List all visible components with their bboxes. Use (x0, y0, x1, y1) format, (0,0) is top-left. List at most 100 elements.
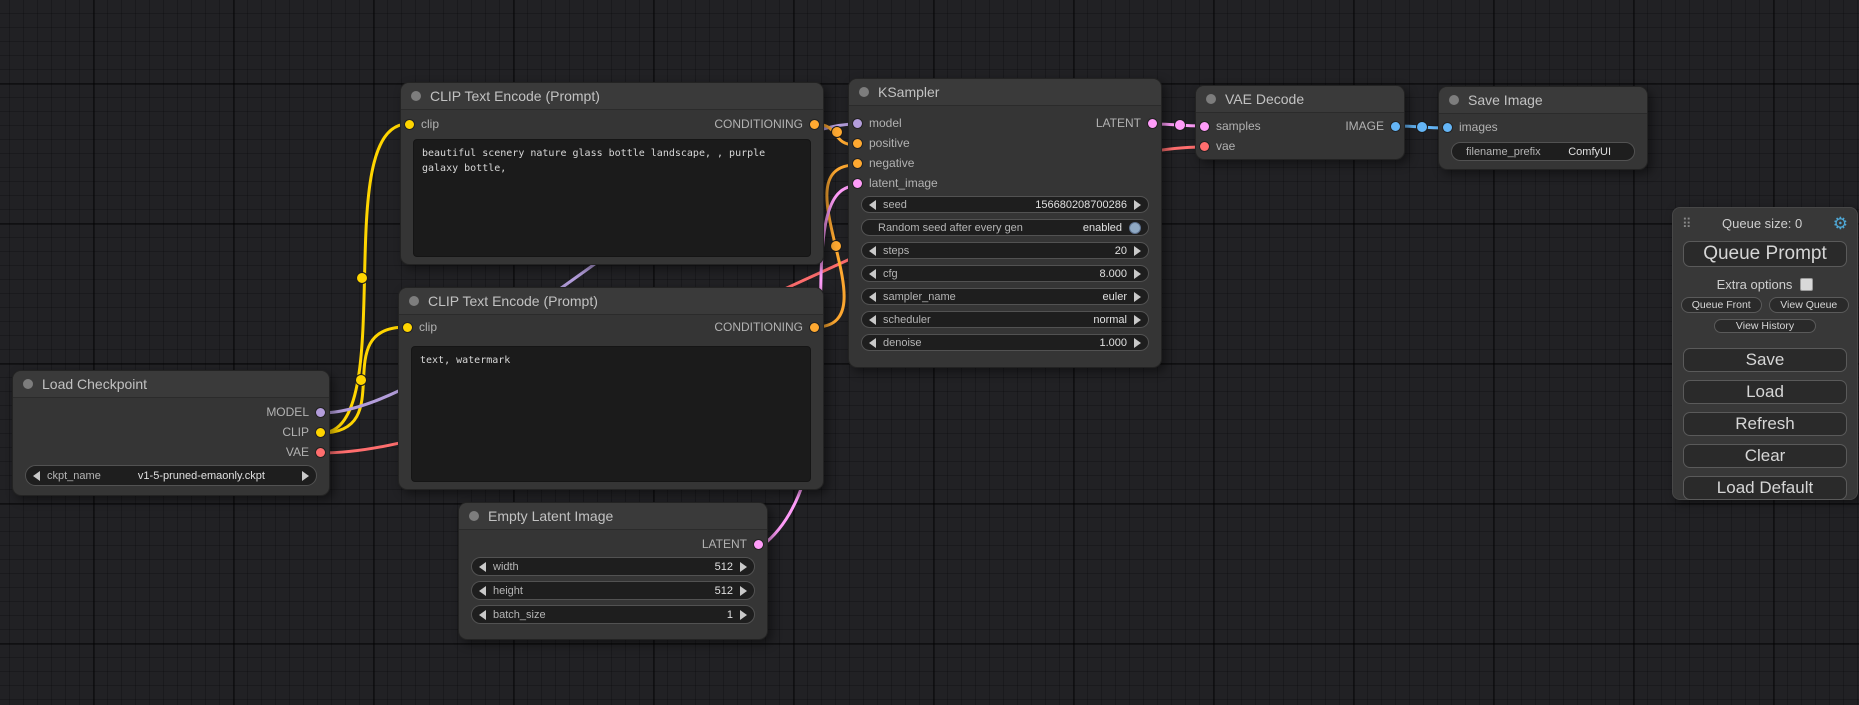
collapse-dot-icon[interactable] (859, 87, 869, 97)
decrement-icon[interactable] (869, 315, 876, 325)
node-header[interactable]: KSampler (849, 79, 1161, 106)
output-label: LATENT (702, 537, 747, 551)
samples-input-slot[interactable] (1200, 122, 1209, 131)
load-button[interactable]: Load (1683, 380, 1847, 404)
node-ksampler[interactable]: KSampler model LATENT positive (848, 78, 1162, 368)
increment-icon[interactable] (1134, 246, 1141, 256)
link-dot (1417, 122, 1428, 133)
node-header[interactable]: Empty Latent Image (459, 503, 767, 530)
save-button[interactable]: Save (1683, 348, 1847, 372)
widget-value: 8.000 (1099, 268, 1127, 280)
negative-input-slot[interactable] (853, 159, 862, 168)
increment-icon[interactable] (1134, 292, 1141, 302)
extra-options-checkbox[interactable] (1800, 278, 1813, 291)
widget-label: width (493, 561, 519, 573)
decrement-icon[interactable] (869, 292, 876, 302)
increment-icon[interactable] (740, 610, 747, 620)
output-label: IMAGE (1345, 119, 1384, 133)
decrement-icon[interactable] (479, 610, 486, 620)
decrement-icon[interactable] (869, 269, 876, 279)
view-queue-button[interactable]: View Queue (1769, 297, 1850, 313)
collapse-dot-icon[interactable] (469, 511, 479, 521)
scheduler-widget[interactable]: scheduler normal (861, 311, 1149, 328)
prompt-text-input[interactable]: beautiful scenery nature glass bottle la… (413, 139, 811, 257)
node-save-image[interactable]: Save Image images filename_prefix ComfyU… (1438, 86, 1648, 170)
node-header[interactable]: CLIP Text Encode (Prompt) (399, 288, 823, 315)
seed-widget[interactable]: seed 156680208700286 (861, 196, 1149, 213)
queue-prompt-button[interactable]: Queue Prompt (1683, 241, 1847, 267)
latent-image-input-slot[interactable] (853, 179, 862, 188)
clear-button[interactable]: Clear (1683, 444, 1847, 468)
increment-icon[interactable] (1134, 338, 1141, 348)
increment-icon[interactable] (740, 562, 747, 572)
conditioning-output-slot[interactable] (810, 120, 819, 129)
increment-icon[interactable] (1134, 315, 1141, 325)
height-widget[interactable]: height 512 (471, 581, 755, 600)
queue-front-button[interactable]: Queue Front (1681, 297, 1762, 313)
link-dot (1175, 120, 1186, 131)
vae-output-slot[interactable] (316, 448, 325, 457)
node-header[interactable]: CLIP Text Encode (Prompt) (401, 83, 823, 110)
model-input-slot[interactable] (853, 119, 862, 128)
images-input-slot[interactable] (1443, 123, 1452, 132)
increment-icon[interactable] (302, 471, 309, 481)
positive-input-slot[interactable] (853, 139, 862, 148)
decrement-icon[interactable] (33, 471, 40, 481)
view-history-button[interactable]: View History (1714, 319, 1816, 333)
prompt-text-input[interactable]: text, watermark (411, 346, 811, 482)
collapse-dot-icon[interactable] (1449, 95, 1459, 105)
queue-panel: ⠿ Queue size: 0 ⚙ Queue Prompt Extra opt… (1672, 207, 1858, 500)
collapse-dot-icon[interactable] (411, 91, 421, 101)
ckpt-name-widget[interactable]: ckpt_name v1-5-pruned-emaonly.ckpt (25, 465, 317, 486)
refresh-button[interactable]: Refresh (1683, 412, 1847, 436)
slot-row: latent_image (849, 173, 1161, 193)
slot-row: MODEL (13, 402, 329, 422)
increment-icon[interactable] (740, 586, 747, 596)
node-title: VAE Decode (1225, 91, 1304, 107)
toggle-icon[interactable] (1129, 222, 1141, 234)
clip-input-slot[interactable] (405, 120, 414, 129)
conditioning-output-slot[interactable] (810, 323, 819, 332)
latent-output-slot[interactable] (754, 540, 763, 549)
node-clip-text-encode-positive[interactable]: CLIP Text Encode (Prompt) clip CONDITION… (400, 82, 824, 265)
collapse-dot-icon[interactable] (409, 296, 419, 306)
increment-icon[interactable] (1134, 200, 1141, 210)
increment-icon[interactable] (1134, 269, 1141, 279)
node-header[interactable]: Load Checkpoint (13, 371, 329, 398)
decrement-icon[interactable] (869, 246, 876, 256)
batch-size-widget[interactable]: batch_size 1 (471, 605, 755, 624)
image-output-slot[interactable] (1391, 122, 1400, 131)
drag-handle-icon[interactable]: ⠿ (1682, 217, 1692, 230)
sampler-name-widget[interactable]: sampler_name euler (861, 288, 1149, 305)
random-seed-widget[interactable]: Random seed after every gen enabled (861, 219, 1149, 236)
model-output-slot[interactable] (316, 408, 325, 417)
node-clip-text-encode-negative[interactable]: CLIP Text Encode (Prompt) clip CONDITION… (398, 287, 824, 490)
decrement-icon[interactable] (479, 562, 486, 572)
widget-value: 512 (715, 561, 733, 573)
queue-size-label: Queue size: 0 (1692, 216, 1833, 231)
width-widget[interactable]: width 512 (471, 557, 755, 576)
filename-prefix-widget[interactable]: filename_prefix ComfyUI (1451, 142, 1635, 161)
decrement-icon[interactable] (479, 586, 486, 596)
node-load-checkpoint[interactable]: Load Checkpoint MODEL CLIP VAE (12, 370, 330, 496)
load-default-button[interactable]: Load Default (1683, 476, 1847, 500)
slot-row: images (1439, 117, 1647, 137)
denoise-widget[interactable]: denoise 1.000 (861, 334, 1149, 351)
collapse-dot-icon[interactable] (23, 379, 33, 389)
node-header[interactable]: VAE Decode (1196, 86, 1404, 113)
decrement-icon[interactable] (869, 200, 876, 210)
clip-output-slot[interactable] (316, 428, 325, 437)
slot-row: VAE (13, 442, 329, 462)
vae-input-slot[interactable] (1200, 142, 1209, 151)
node-vae-decode[interactable]: VAE Decode samples IMAGE vae (1195, 85, 1405, 160)
cfg-widget[interactable]: cfg 8.000 (861, 265, 1149, 282)
latent-output-slot[interactable] (1148, 119, 1157, 128)
node-header[interactable]: Save Image (1439, 87, 1647, 114)
steps-widget[interactable]: steps 20 (861, 242, 1149, 259)
gear-icon[interactable]: ⚙ (1833, 215, 1848, 232)
clip-input-slot[interactable] (403, 323, 412, 332)
decrement-icon[interactable] (869, 338, 876, 348)
collapse-dot-icon[interactable] (1206, 94, 1216, 104)
node-empty-latent-image[interactable]: Empty Latent Image LATENT width 512 heig… (458, 502, 768, 640)
output-label: CONDITIONING (714, 117, 803, 131)
